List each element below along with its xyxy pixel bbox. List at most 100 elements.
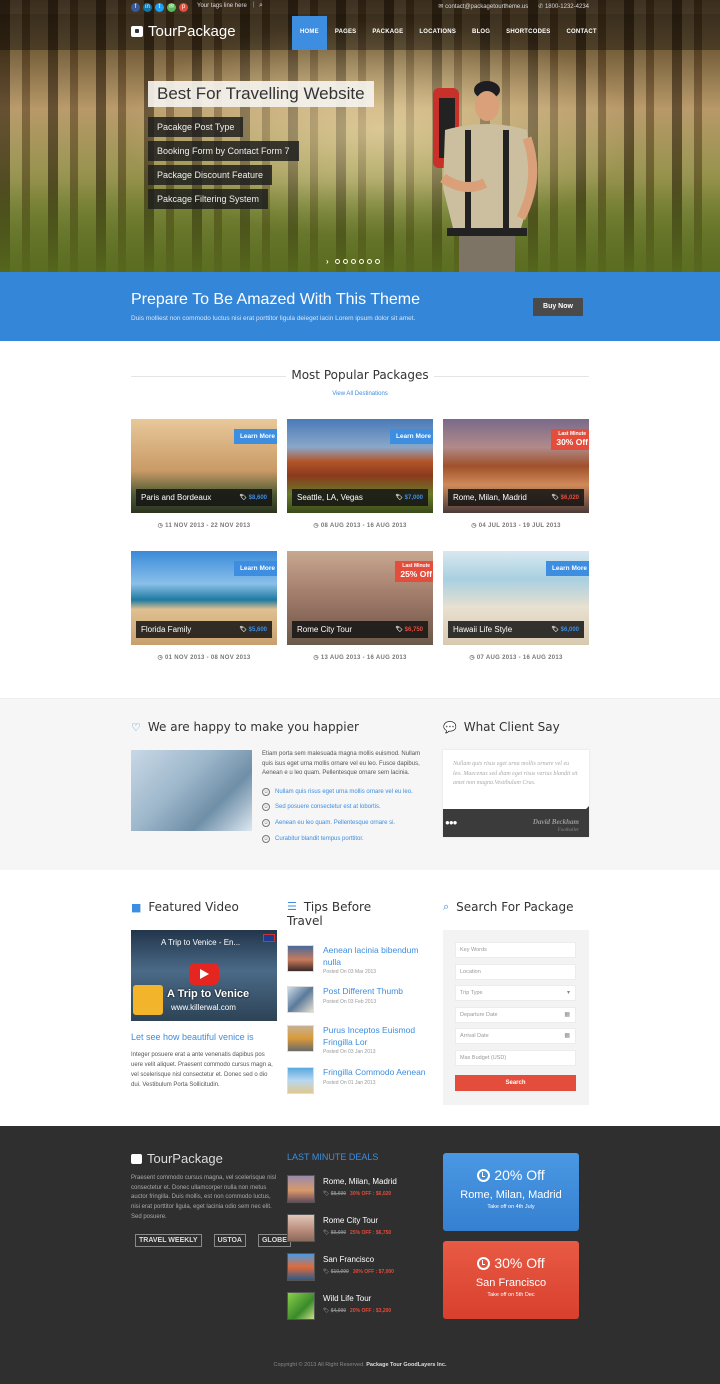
testimonial-role: Footballer — [557, 828, 579, 833]
featured-video-heading: ■ Featured Video — [131, 900, 239, 914]
slider-dot[interactable] — [334, 259, 340, 264]
slider-dot[interactable] — [358, 259, 364, 264]
deal-offer: 25% OFF : $6,750 — [350, 1230, 392, 1236]
tip-title[interactable]: Aenean lacinia bibendum nulla — [323, 944, 433, 968]
deal-name[interactable]: Rome City Tour — [323, 1216, 378, 1225]
partner-logos: TRAVEL WEEKLY USTOA GLOBE — [135, 1234, 291, 1247]
list-item[interactable]: ☺ Aenean eu leo quam. Pellentesque ornare… — [262, 819, 395, 827]
list-item[interactable]: ☺ Curabitur blandit tempus porttitor. — [262, 835, 364, 843]
nav-pages[interactable]: PAGES — [327, 16, 365, 50]
package-price: $7,000 — [404, 495, 423, 501]
pinterest-icon[interactable]: p — [179, 3, 188, 12]
learn-more-badge[interactable]: Learn More — [233, 561, 277, 576]
twitter-icon[interactable]: t — [155, 3, 164, 12]
email-share-icon[interactable]: ✉ — [167, 3, 176, 12]
video-camera-icon: ■ — [131, 900, 142, 914]
chevron-down-icon: ▾ — [566, 990, 570, 996]
facebook-icon[interactable]: f — [131, 3, 140, 12]
tip-date: Posted On 01 Jan 2013 — [323, 1080, 376, 1086]
package-price: $6,000 — [560, 627, 579, 633]
deal-thumbnail — [287, 1175, 315, 1203]
list-item[interactable]: ☺ Sed posuere consectetur est at lobortis… — [262, 803, 381, 811]
package-card[interactable]: Learn More Paris and Bordeaux 🏷 $8,600 — [131, 419, 277, 513]
video-heading[interactable]: Let see how beautiful venice is — [131, 1032, 254, 1042]
band-text: Duis molliest non commodo luctus nisi er… — [131, 315, 416, 322]
promo-date: Take off on 4th July — [487, 1204, 535, 1210]
trip-type-select[interactable]: Trip Type ▾ — [455, 985, 576, 1001]
package-name: Seattle, LA, Vegas — [297, 493, 363, 502]
footer-logo[interactable]: TourPackage — [131, 1151, 223, 1166]
package-card[interactable]: Learn More Hawaii Life Style 🏷 $6,000 — [443, 551, 589, 645]
nav-home[interactable]: HOME — [292, 16, 327, 50]
nav-package[interactable]: PACKAGE — [364, 16, 411, 50]
linkedin-icon[interactable]: in — [143, 3, 152, 12]
view-all-destinations-link[interactable]: View All Destinations — [0, 391, 720, 397]
logo-icon — [131, 1153, 142, 1164]
tag-icon: 🏷 — [323, 1230, 331, 1236]
package-card[interactable]: Learn More Florida Family 🏷 $5,600 — [131, 551, 277, 645]
learn-more-badge[interactable]: Learn More — [545, 561, 589, 576]
list-icon: ☰ — [287, 900, 297, 913]
package-dates: ◷ 07 AUG 2013 - 16 AUG 2013 — [469, 655, 563, 661]
clock-icon — [477, 1256, 491, 1270]
partner-logo: TRAVEL WEEKLY — [135, 1234, 202, 1247]
keywords-input[interactable]: Key Words — [455, 942, 576, 958]
package-card[interactable]: Last Minute 25% Off Rome City Tour 🏷 $6,75… — [287, 551, 433, 645]
footer-text: Praesent commodo cursus magna, vel scele… — [131, 1175, 277, 1220]
package-dates: ◷ 11 NOV 2013 - 22 NOV 2013 — [157, 523, 251, 529]
package-name: Rome, Milan, Madrid — [453, 493, 527, 502]
testimonial-quote: Nullam quis risus eget urna mollis ornar… — [453, 761, 578, 786]
nav-contact[interactable]: CONTACT — [559, 16, 605, 50]
tip-title[interactable]: Purus Inceptos Euismod Fringilla Lor — [323, 1024, 433, 1048]
team-photo — [131, 750, 252, 831]
deal-name[interactable]: San Francisco — [323, 1255, 374, 1264]
contact-email: contact@packagetourtheme.us — [445, 4, 529, 10]
testimonial-card: Nullam quis risus eget urna mollis ornar… — [443, 750, 589, 837]
learn-more-badge[interactable]: Learn More — [389, 429, 433, 444]
tag-icon: 🏷 — [323, 1308, 331, 1314]
list-item[interactable]: ☺ Nullam quis risus eget urna mollis orna… — [262, 788, 413, 796]
deal-name[interactable]: Rome, Milan, Madrid — [323, 1177, 397, 1186]
package-card[interactable]: Learn More Seattle, LA, Vegas 🏷 $7,000 — [287, 419, 433, 513]
max-budget-input[interactable]: Max Budget (USD) — [455, 1050, 576, 1066]
nav-shortcodes[interactable]: SHORTCODES — [498, 16, 558, 50]
logo[interactable]: TourPackage — [131, 23, 236, 40]
play-icon[interactable] — [189, 963, 219, 985]
search-button[interactable]: Search — [455, 1075, 576, 1091]
promo-card[interactable]: 20% Off Rome, Milan, Madrid Take off on … — [443, 1153, 579, 1231]
tip-title[interactable]: Post Different Thumb — [323, 985, 433, 997]
package-card[interactable]: Last Minute 30% Off Rome, Milan, Madrid 🏷 … — [443, 419, 589, 513]
arrival-date-input[interactable]: Arrival Date ▦ — [455, 1028, 576, 1044]
nav-locations[interactable]: LOCATIONS — [411, 16, 464, 50]
tip-title[interactable]: Fringilla Commodo Aenean — [323, 1066, 433, 1078]
testimonial-author: David Beckham — [532, 818, 579, 826]
promo-discount: 20% Off — [494, 1167, 545, 1183]
last-minute-badge[interactable]: Last Minute 30% Off — [551, 429, 589, 450]
location-input[interactable]: Location — [455, 964, 576, 980]
nav-blog[interactable]: BLOG — [464, 16, 498, 50]
tip-date: Posted On 03 Feb 2013 — [323, 999, 377, 1005]
slider-next-icon[interactable]: › — [326, 258, 329, 266]
promo-card[interactable]: 30% Off San Francisco Take off on 5th De… — [443, 1241, 579, 1319]
search-icon[interactable]: ⌕ — [259, 2, 263, 10]
happy-text: Etiam porta sem malesuada magna mollis e… — [262, 751, 421, 776]
heart-icon: ♡ — [131, 720, 141, 734]
video-player[interactable]: A Trip to Venice - En... A Trip to Venic… — [131, 930, 277, 1021]
last-minute-badge[interactable]: Last Minute 25% Off — [395, 561, 433, 582]
deal-name[interactable]: Wild Life Tour — [323, 1294, 371, 1303]
slider-dot[interactable] — [342, 259, 348, 264]
testimonial-pagination[interactable]: ●●● — [445, 818, 457, 827]
band-title: Prepare To Be Amazed With This Theme — [131, 291, 421, 308]
buy-now-button[interactable]: Buy Now — [533, 298, 583, 316]
tip-thumbnail — [287, 1067, 314, 1094]
tip-date: Posted On 03 Jan 2013 — [323, 1049, 376, 1055]
learn-more-badge[interactable]: Learn More — [233, 429, 277, 444]
slider-dot[interactable] — [366, 259, 372, 264]
package-name: Florida Family — [141, 625, 192, 634]
slider-dot[interactable] — [374, 259, 380, 264]
slider-dot[interactable] — [350, 259, 356, 264]
departure-date-input[interactable]: Departure Date ▦ — [455, 1007, 576, 1023]
tag-icon: 🏷 — [395, 495, 405, 501]
search-heading: ⌕ Search For Package — [443, 900, 574, 914]
promo-band: Prepare To Be Amazed With This Theme Dui… — [0, 272, 720, 341]
